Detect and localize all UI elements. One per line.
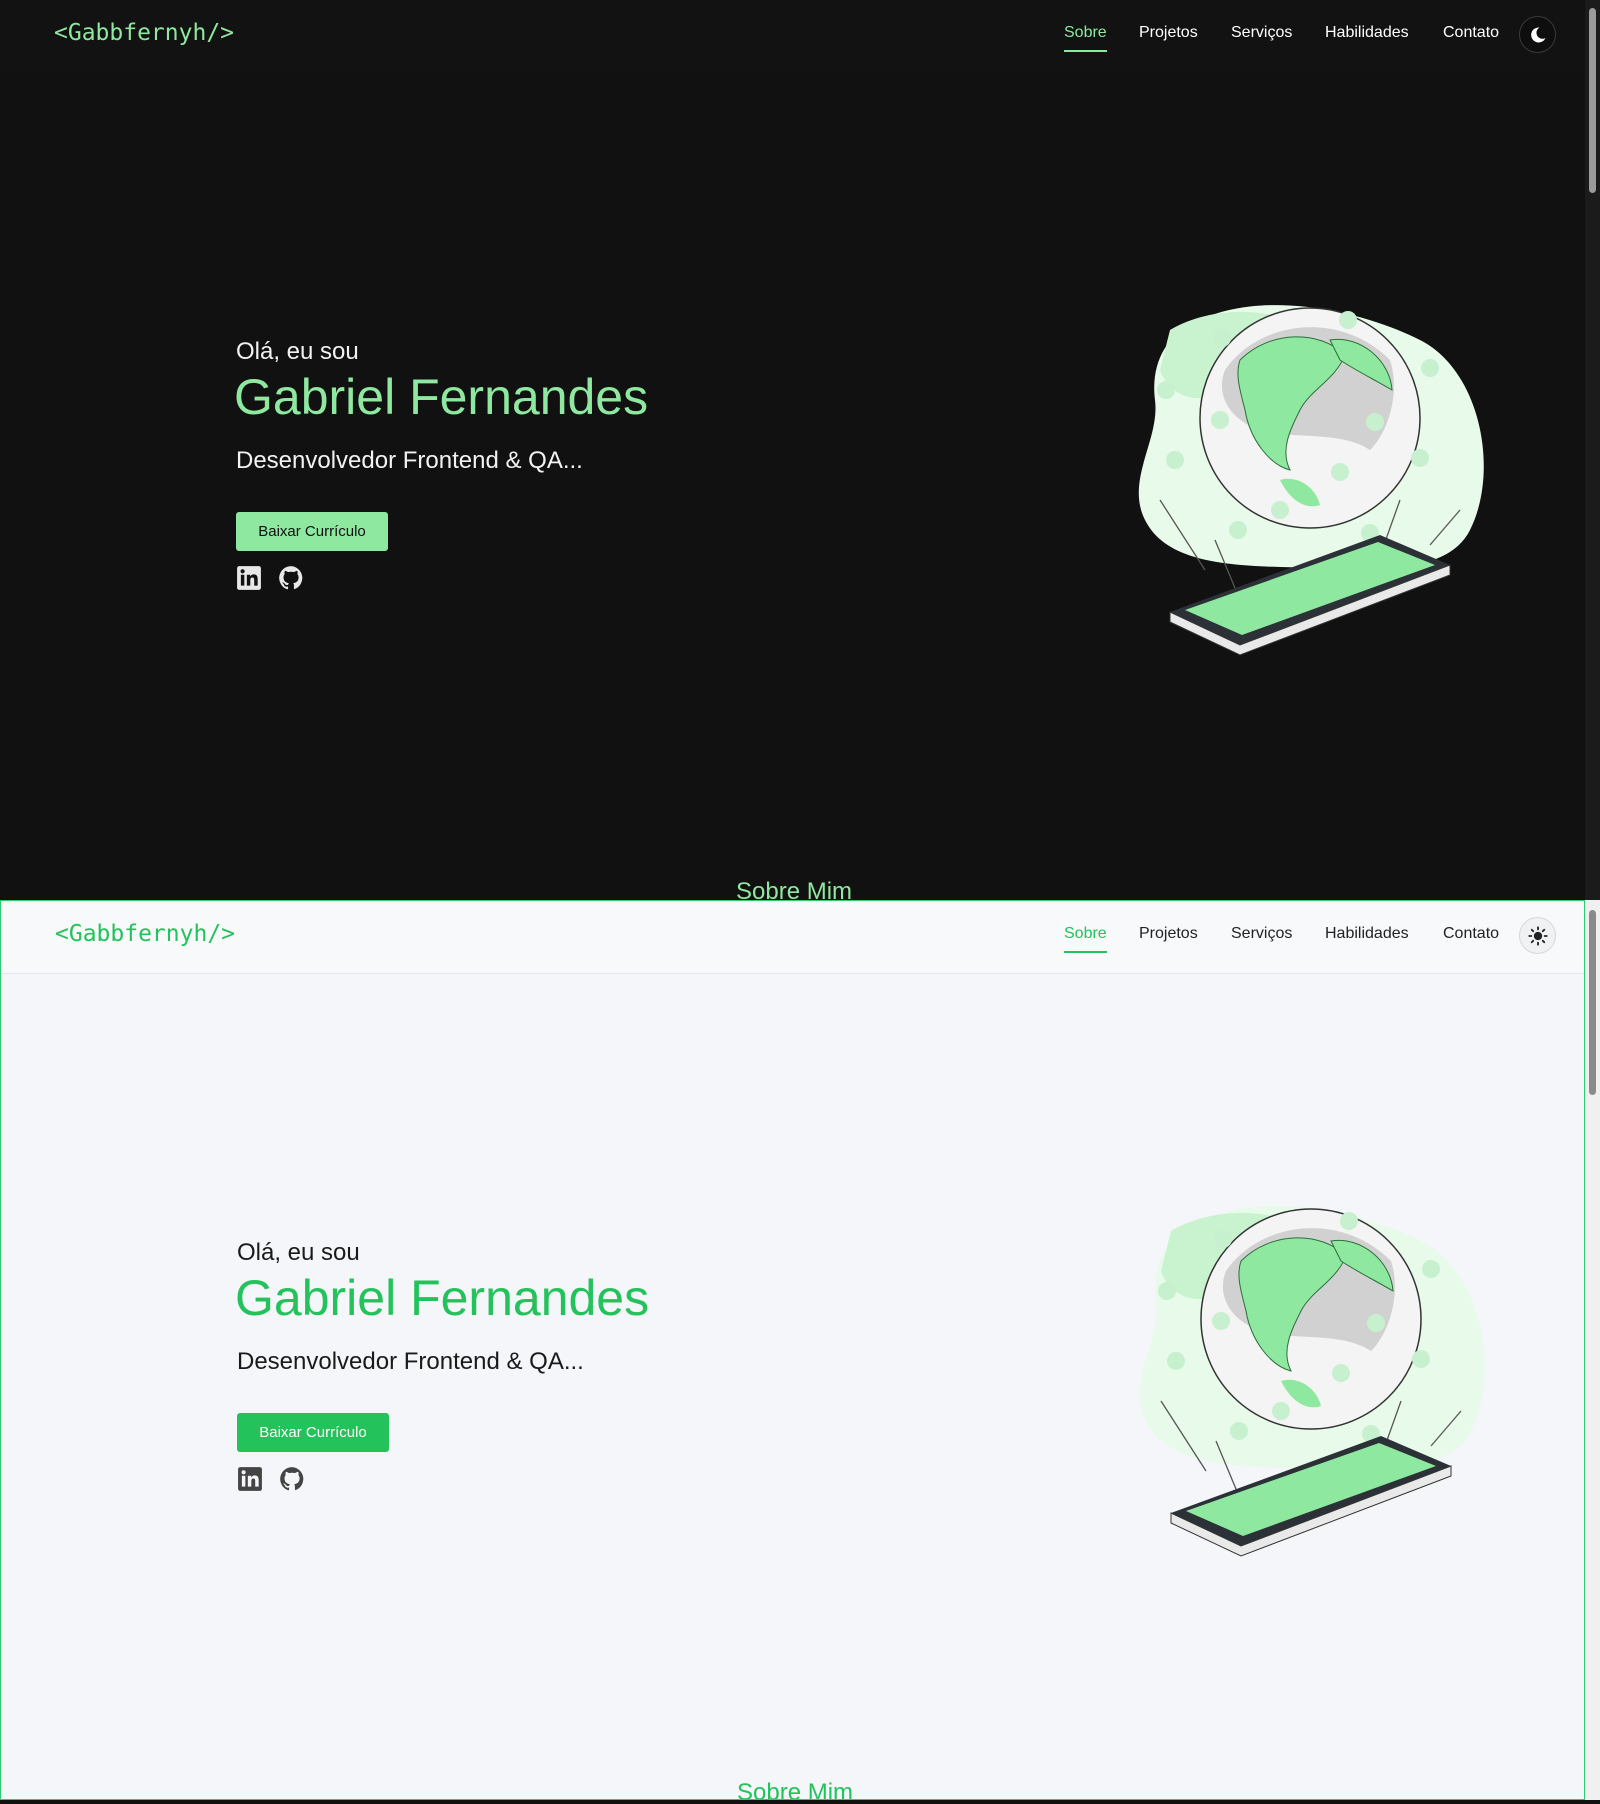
nav-projetos[interactable]: Projetos bbox=[1139, 24, 1198, 42]
globe-tablet-illustration bbox=[1139, 1206, 1485, 1557]
nav-habilidades[interactable]: Habilidades bbox=[1325, 925, 1409, 943]
site-header: <Gabbfernyh/> Sobre Projetos Serviços Ha… bbox=[0, 0, 1585, 72]
scrollbar-dark[interactable] bbox=[1585, 0, 1600, 900]
globe-tablet-illustration bbox=[1138, 305, 1484, 656]
nav-projetos[interactable]: Projetos bbox=[1139, 925, 1198, 943]
site-header: <Gabbfernyh/> Sobre Projetos Serviços Ha… bbox=[1, 901, 1584, 974]
hero-greeting: Olá, eu sou bbox=[237, 1239, 360, 1266]
nav-sobre[interactable]: Sobre bbox=[1064, 24, 1107, 42]
theme-toggle-button[interactable] bbox=[1519, 917, 1556, 954]
download-cv-button[interactable]: Baixar Currículo bbox=[236, 512, 388, 551]
hero-name: Gabriel Fernandes bbox=[235, 1270, 650, 1326]
moon-icon bbox=[1530, 26, 1545, 42]
github-icon[interactable] bbox=[278, 565, 304, 591]
scrollbar-thumb[interactable] bbox=[1589, 910, 1596, 1095]
dark-theme-screen: <Gabbfernyh/> Sobre Projetos Serviços Ha… bbox=[0, 0, 1585, 900]
linkedin-icon[interactable] bbox=[236, 565, 262, 591]
hero-name: Gabriel Fernandes bbox=[234, 369, 649, 425]
linkedin-icon[interactable] bbox=[237, 1466, 263, 1492]
scrollbar-light[interactable] bbox=[1585, 900, 1600, 1800]
light-theme-screen: <Gabbfernyh/> Sobre Projetos Serviços Ha… bbox=[0, 900, 1585, 1800]
section-title-sobre-mim: Sobre Mim bbox=[737, 1779, 854, 1800]
sun-icon bbox=[1527, 925, 1548, 946]
site-logo[interactable]: <Gabbfernyh/> bbox=[55, 921, 235, 947]
theme-toggle-button[interactable] bbox=[1519, 16, 1556, 53]
nav-servicos[interactable]: Serviços bbox=[1231, 925, 1292, 943]
section-title-sobre-mim: Sobre Mim bbox=[736, 878, 853, 900]
nav-habilidades[interactable]: Habilidades bbox=[1325, 24, 1409, 42]
hero-role: Desenvolvedor Frontend & QA... bbox=[237, 1348, 584, 1375]
nav-active-underline bbox=[1064, 50, 1107, 52]
download-cv-button[interactable]: Baixar Currículo bbox=[237, 1413, 389, 1452]
scrollbar-thumb[interactable] bbox=[1589, 8, 1596, 193]
github-icon[interactable] bbox=[279, 1466, 305, 1492]
nav-servicos[interactable]: Serviços bbox=[1231, 24, 1292, 42]
nav-contato[interactable]: Contato bbox=[1443, 925, 1499, 943]
hero-greeting: Olá, eu sou bbox=[236, 338, 359, 365]
nav-active-underline bbox=[1064, 951, 1107, 953]
nav-sobre[interactable]: Sobre bbox=[1064, 925, 1107, 943]
site-logo[interactable]: <Gabbfernyh/> bbox=[54, 20, 234, 46]
hero-role: Desenvolvedor Frontend & QA... bbox=[236, 447, 583, 474]
nav-contato[interactable]: Contato bbox=[1443, 24, 1499, 42]
